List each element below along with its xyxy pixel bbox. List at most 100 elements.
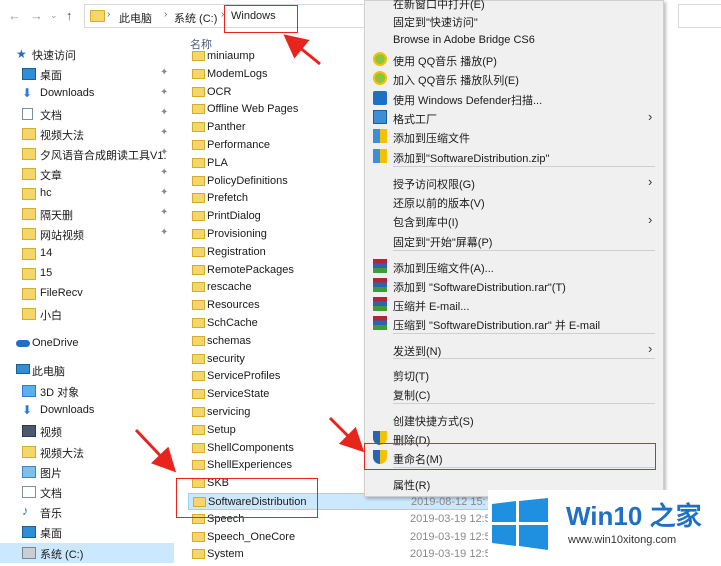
nav-item[interactable]: 桌面 ✦ [0,64,174,84]
highlight-rename-item [364,443,656,470]
folder-icon [192,157,205,168]
nav-pc-item-label: 3D 对象 [40,387,80,399]
format-factory-icon [373,110,387,124]
folder-icon [192,246,205,257]
menu-item[interactable]: 添加到压缩文件 [365,127,663,146]
nav-pc-item[interactable]: 视频大法 [0,442,174,462]
nav-pc-item[interactable]: 3D 对象 [0,381,174,401]
file-name: Prefetch [207,192,248,205]
menu-item[interactable]: 复制(C) [365,384,663,403]
winrar-icon [373,259,387,273]
nav-pc-item[interactable]: ♪ 音乐 [0,502,174,522]
nav-label: 此电脑 [32,366,65,378]
nav-quick-access[interactable]: ★ 快速访问 [0,44,174,64]
menu-item-label: 添加到压缩文件 [393,133,470,145]
menu-item-label: 添加到压缩文件(A)... [393,263,494,275]
nav-item-label: Downloads [40,87,95,99]
file-name: ModemLogs [207,67,268,80]
menu-item[interactable]: 添加到"SoftwareDistribution.zip" [365,147,663,166]
file-name: Resources [207,299,260,312]
nav-item[interactable]: 隔天删 ✦ [0,204,174,224]
folder-icon [192,300,205,311]
folder-icon [90,10,105,22]
nav-item[interactable]: 视频大法 ✦ [0,124,174,144]
chevron-right-icon: › [107,9,111,20]
up-arrow-icon[interactable]: ↑ [66,8,73,23]
menu-item[interactable]: 格式工厂 › [365,108,663,127]
nav-item[interactable]: 14 [0,244,174,264]
nav-item[interactable]: 文章 ✦ [0,164,174,184]
menu-item[interactable]: 剪切(T) [365,365,663,384]
nav-pc-item[interactable]: 桌面 [0,522,174,542]
menu-item[interactable]: 固定到"快速访问" [365,11,663,30]
file-name: servicing [207,406,251,418]
nav-onedrive[interactable]: OneDrive [0,334,174,354]
nav-pc-item[interactable]: 图片 [0,462,174,482]
nav-item[interactable]: 小白 [0,304,174,324]
documents-icon [22,108,33,120]
folder-icon [22,445,36,458]
menu-item[interactable]: 加入 QQ音乐 播放队列(E) [365,69,663,88]
file-name: Registration [207,245,266,258]
folder-icon [192,104,205,115]
file-name: ShellComponents [207,441,294,454]
nav-pc-item[interactable]: ⬇ Downloads [0,401,174,421]
menu-item[interactable]: 固定到"开始"屏幕(P) [365,231,663,250]
menu-item[interactable]: 发送到(N) › [365,340,663,359]
folder-icon [22,188,36,200]
nav-item-label: 隔天删 [40,210,73,222]
nav-pc-item[interactable]: 系统 (C:) [0,542,174,563]
nav-pc-item-label: 音乐 [40,508,62,521]
menu-item[interactable]: 创建快捷方式(S) [365,410,663,429]
nav-item[interactable]: 网站视频 ✦ [0,224,174,244]
winrar-icon [373,278,387,292]
chevron-right-icon: › [648,212,653,227]
menu-item[interactable]: 包含到库中(I) › [365,211,663,230]
file-name: Panther [207,121,246,134]
star-icon: ★ [16,47,27,61]
nav-item-label: 小白 [40,310,62,322]
nav-item[interactable]: FileRecv [0,284,174,304]
menu-item[interactable]: 添加到压缩文件(A)... [365,257,663,276]
cloud-icon [16,340,30,347]
folder-icon [192,531,205,542]
forward-arrow-icon[interactable]: → [30,8,43,23]
nav-item[interactable]: 15 [0,264,174,284]
menu-item[interactable]: Browse in Adobe Bridge CS6 [365,31,663,50]
folder-icon [192,175,205,186]
breadcrumb-this-pc[interactable]: 此电脑 [119,10,152,26]
file-name: PolicyDefinitions [207,174,288,187]
file-name: Speech_OneCore [207,530,296,543]
menu-item[interactable]: 还原以前的版本(V) [365,192,663,211]
menu-item[interactable]: 压缩并 E-mail... [365,295,663,314]
menu-item[interactable]: 授予访问权限(G) › [365,173,663,192]
file-name: security [207,352,245,365]
menu-item-label: 添加到 "SoftwareDistribution.rar"(T) [393,282,566,294]
chevron-down-icon[interactable]: ⌄ [50,10,58,21]
nav-item[interactable]: 文档 ✦ [0,104,174,124]
search-input[interactable] [678,4,721,28]
winrar-icon [373,316,387,330]
videos-icon [22,425,36,438]
menu-separator [393,333,655,334]
nav-item[interactable]: hc ✦ [0,184,174,204]
nav-pc-item[interactable]: 文档 [0,482,174,502]
nav-this-pc[interactable]: 此电脑 [0,360,174,380]
breadcrumb-drive-c[interactable]: 系统 (C:) [174,10,217,26]
menu-separator [393,250,655,251]
menu-item[interactable]: 添加到 "SoftwareDistribution.rar"(T) [365,276,663,295]
nav-item[interactable]: ⬇ Downloads ✦ [0,84,174,104]
menu-item[interactable]: 压缩到 "SoftwareDistribution.rar" 并 E-mail [365,314,663,333]
folder-icon [192,122,205,133]
back-arrow-icon[interactable]: ← [8,8,21,23]
menu-item-label: 创建快捷方式(S) [393,416,474,428]
downloads-icon: ⬇ [22,86,33,100]
menu-item-label: 固定到"快速访问" [393,17,478,29]
file-name: rescache [207,281,252,294]
nav-item-label: FileRecv [40,287,83,299]
menu-item[interactable]: 使用 Windows Defender扫描... [365,89,663,108]
menu-item[interactable]: 使用 QQ音乐 播放(P) [365,50,663,69]
nav-pc-item[interactable]: 视频 [0,421,174,441]
chevron-right-icon: › [164,9,168,20]
nav-item[interactable]: 夕风语音合成朗读工具V1. ✦ [0,144,174,164]
